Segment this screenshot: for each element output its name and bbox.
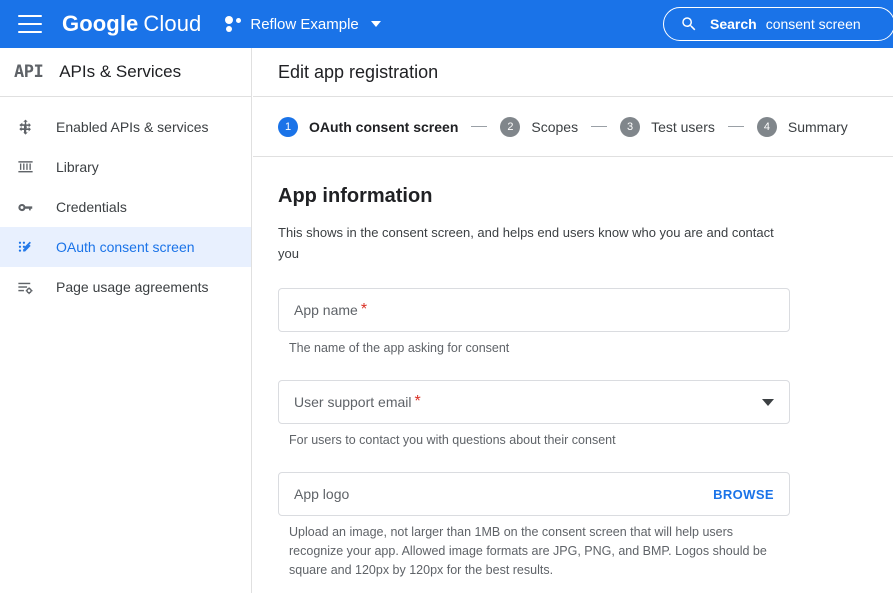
user-support-email-select[interactable]: User support email * (278, 380, 790, 424)
brand-google: Google (62, 11, 139, 36)
step-label: Test users (651, 118, 715, 135)
step-separator (727, 126, 744, 127)
sidebar-item-credentials[interactable]: Credentials (0, 187, 251, 227)
step-test-users[interactable]: 3 Test users (620, 116, 715, 137)
step-number: 4 (756, 116, 777, 137)
step-oauth-consent-screen[interactable]: 1 OAuth consent screen (278, 116, 459, 137)
compass-arrows-icon (14, 116, 36, 138)
app-logo-field-block: App logo BROWSE Upload an image, not lar… (278, 472, 893, 580)
page-title: Edit app registration (278, 61, 439, 82)
app-name-input[interactable]: App name * (278, 288, 790, 332)
step-number: 3 (620, 116, 641, 137)
app-information-section: App information This shows in the consen… (253, 157, 893, 580)
user-support-email-placeholder: User support email (294, 394, 412, 410)
step-label: Scopes (531, 118, 579, 135)
sidebar-item-label: Library (56, 159, 99, 175)
step-separator (471, 126, 488, 127)
search-input[interactable]: Search consent screen (663, 7, 893, 41)
consent-pencil-icon (14, 236, 36, 258)
sidebar-item-enabled-apis[interactable]: Enabled APIs & services (0, 107, 251, 147)
required-asterisk: * (360, 301, 368, 318)
user-support-email-help-text: For users to contact you with questions … (289, 433, 616, 447)
chevron-down-icon (370, 21, 381, 27)
key-icon (14, 196, 36, 218)
project-selector[interactable]: Reflow Example (225, 15, 381, 33)
google-cloud-logo[interactable]: Google Cloud (62, 11, 201, 37)
sidebar-title: APIs & Services (59, 62, 182, 81)
api-logo: API (14, 62, 44, 82)
step-label: OAuth consent screen (309, 118, 459, 135)
app-logo-input[interactable]: App logo BROWSE (278, 472, 790, 516)
required-asterisk: * (414, 393, 421, 410)
hamburger-line (18, 15, 42, 17)
step-number: 1 (278, 116, 298, 137)
sidebar-item-label: Enabled APIs & services (56, 119, 209, 135)
hamburger-menu-icon[interactable] (18, 15, 42, 33)
wizard-stepper: 1 OAuth consent screen 2 Scopes 3 Test u… (253, 97, 893, 157)
search-icon (682, 17, 696, 31)
main-content: Edit app registration 1 OAuth consent sc… (253, 48, 893, 593)
top-app-bar: Google Cloud Reflow Example Search conse… (0, 0, 893, 48)
app-name-field-block: App name * The name of the app asking fo… (278, 288, 893, 358)
chevron-down-icon[interactable] (762, 398, 774, 406)
step-label: Summary (787, 118, 848, 135)
hamburger-line (18, 23, 42, 25)
list-gear-icon (14, 276, 36, 298)
step-scopes[interactable]: 2 Scopes (500, 116, 579, 137)
user-support-email-field-block: User support email * For users to contac… (278, 380, 893, 450)
sidebar-item-library[interactable]: Library (0, 147, 251, 187)
sidebar-nav: Enabled APIs & services Library Credenti… (0, 97, 251, 307)
browse-button[interactable]: BROWSE (713, 487, 774, 502)
brand-cloud: Cloud (143, 11, 202, 36)
app-logo-placeholder: App logo (294, 486, 350, 502)
sidebar-item-page-usage-agreements[interactable]: Page usage agreements (0, 267, 251, 307)
project-name-label: Reflow Example (250, 15, 359, 33)
sidebar-item-oauth-consent-screen[interactable]: OAuth consent screen (0, 227, 251, 267)
app-name-help-text: The name of the app asking for consent (289, 341, 510, 355)
sidebar-header: API APIs & Services (0, 48, 251, 97)
app-name-placeholder: App name (294, 302, 358, 318)
library-columns-icon (14, 156, 36, 178)
search-label: Search (710, 16, 757, 32)
sidebar: API APIs & Services Enabled APIs & servi… (0, 48, 252, 593)
section-title: App information (278, 185, 433, 207)
sidebar-item-label: Page usage agreements (56, 279, 209, 295)
app-logo-help-text: Upload an image, not larger than 1MB on … (289, 525, 767, 577)
page-title-bar: Edit app registration (253, 48, 893, 97)
step-summary[interactable]: 4 Summary (756, 116, 848, 137)
sidebar-item-label: OAuth consent screen (56, 239, 195, 255)
search-query-text: consent screen (765, 16, 861, 32)
sidebar-item-label: Credentials (56, 199, 127, 215)
section-description: This shows in the consent screen, and he… (278, 225, 774, 261)
hamburger-line (18, 31, 42, 33)
step-separator (591, 126, 608, 127)
project-dots-icon (225, 16, 242, 32)
step-number: 2 (500, 116, 521, 137)
